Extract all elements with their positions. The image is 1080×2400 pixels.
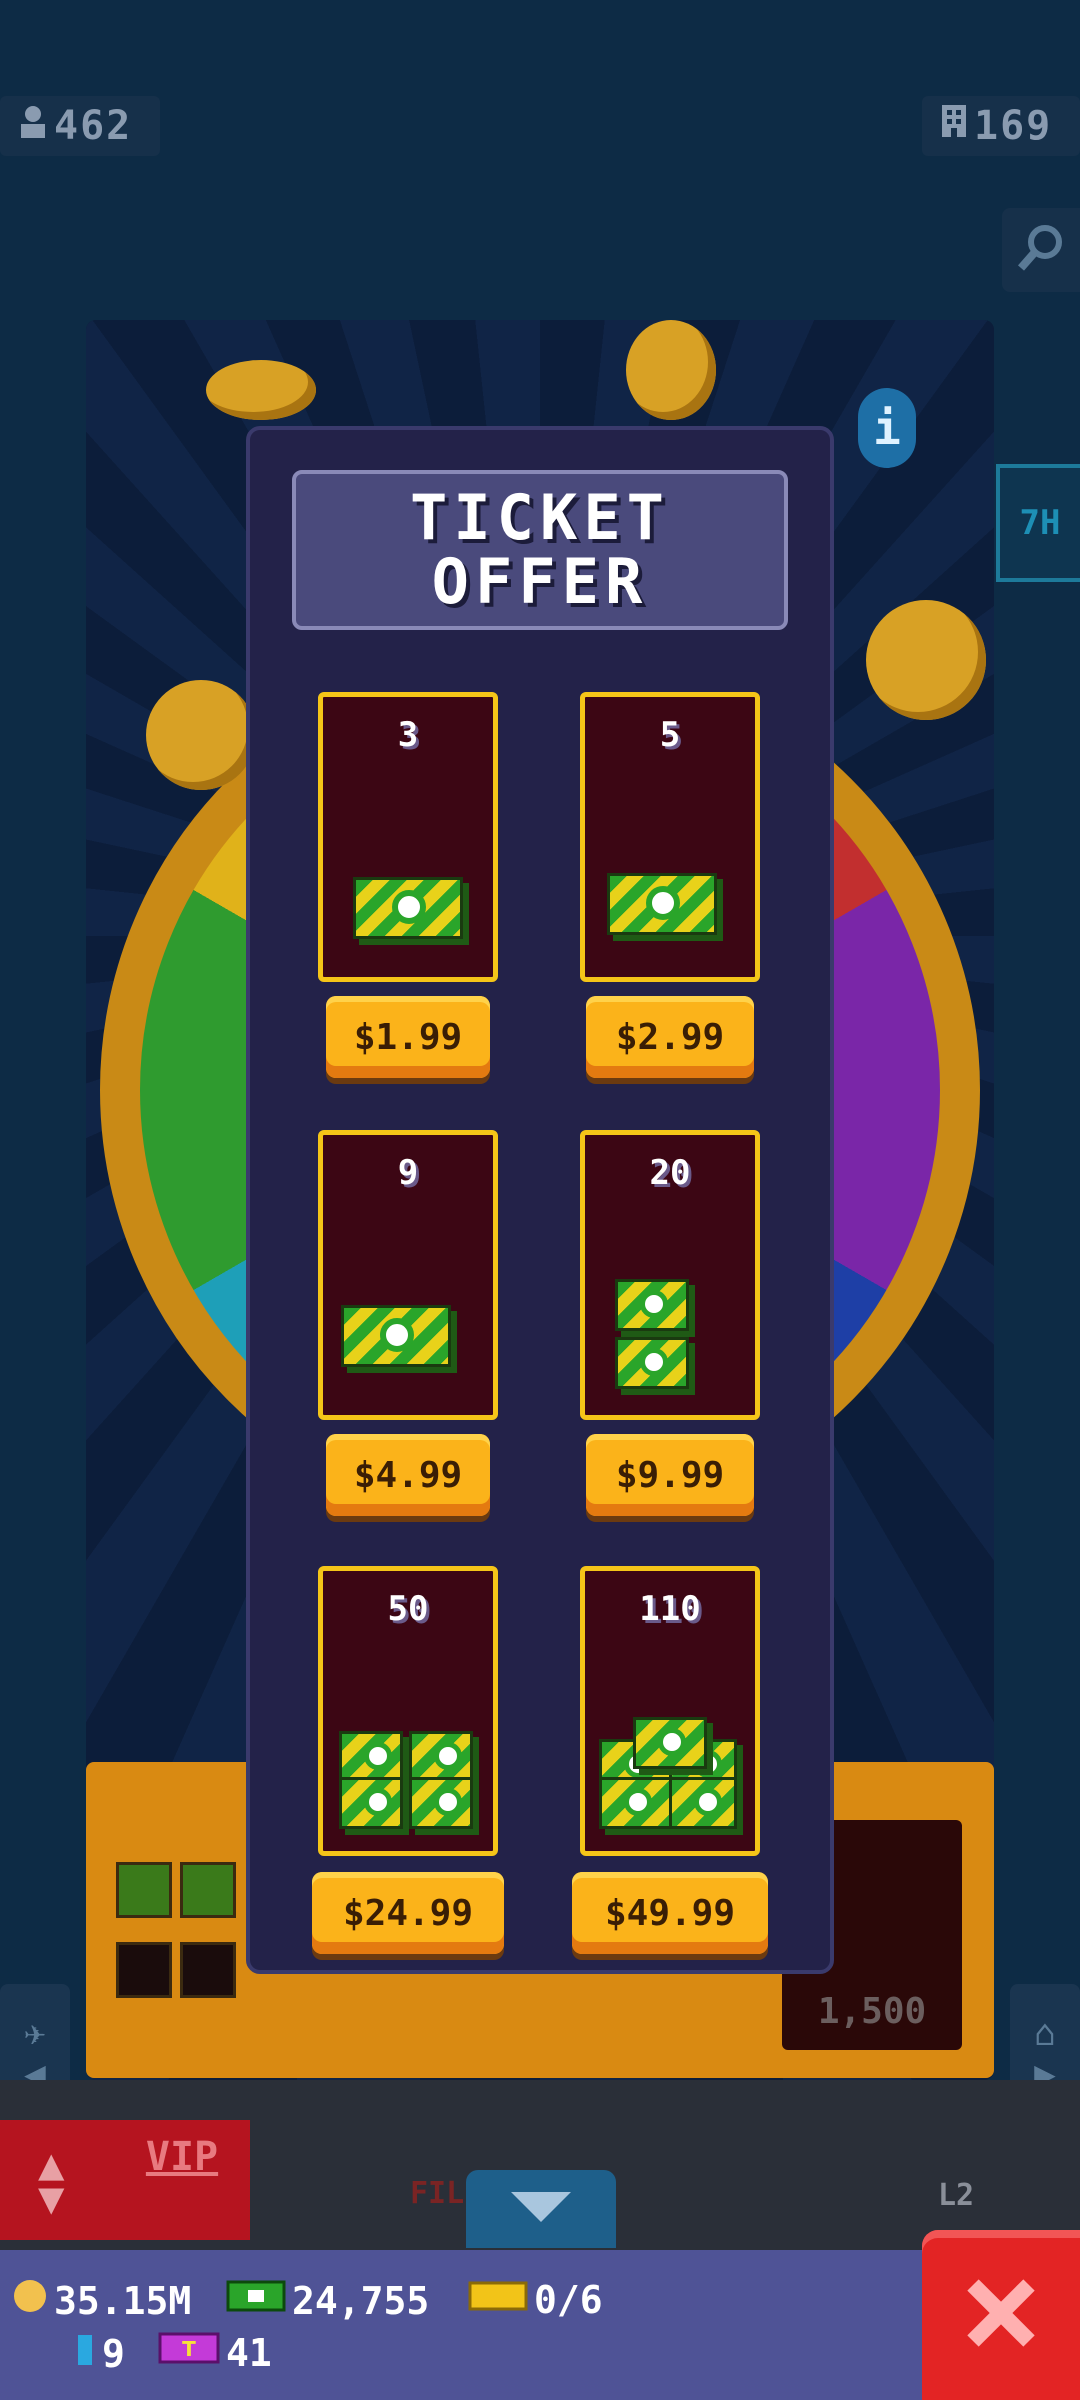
offer-card-3[interactable]: 3 — [318, 692, 498, 982]
coins-value: 35.15M — [54, 2278, 192, 2323]
coins-display: 35.15M — [12, 2278, 191, 2323]
magnifier-icon — [1015, 222, 1067, 278]
ticket-icon — [607, 873, 717, 935]
coin-icon — [866, 600, 986, 720]
vip-button[interactable]: VIP — [124, 2134, 240, 2180]
buy-button-9-99[interactable]: $9.99 — [586, 1434, 754, 1516]
building-icon — [940, 103, 968, 149]
elevator-updown-icon[interactable]: ▲ ▼ — [38, 2143, 65, 2221]
close-button[interactable] — [922, 2230, 1080, 2400]
elevator-icon: ✈ — [24, 2013, 46, 2054]
buy-button-24-99[interactable]: $24.99 — [312, 1872, 504, 1954]
modal-title: TICKET OFFER — [292, 470, 788, 630]
ticket-icon — [615, 1337, 689, 1389]
floor-value: 169 — [974, 103, 1053, 149]
vip-tickets-value: 0/6 — [534, 2278, 603, 2322]
ticket-count: 9 — [397, 1153, 419, 1193]
bux-display: 24,755 — [226, 2278, 429, 2323]
timer-tab[interactable]: 7H — [996, 464, 1080, 582]
slot-filled — [116, 1862, 172, 1918]
slot-empty — [116, 1942, 172, 1998]
ticket-icon — [633, 1717, 707, 1769]
coin-icon — [206, 360, 316, 420]
keys-display: 9 — [74, 2332, 125, 2376]
ticket-icon — [409, 1777, 473, 1829]
buy-button-49-99[interactable]: $49.99 — [572, 1872, 768, 1954]
bux-value: 24,755 — [292, 2278, 430, 2323]
ticket-icon — [339, 1777, 403, 1829]
tokens-display: T 41 — [158, 2330, 272, 2375]
population-value: 462 — [54, 103, 133, 149]
offer-card-9[interactable]: 9 — [318, 1130, 498, 1420]
ticket-icon — [669, 1777, 737, 1829]
floor-name: FIL — [410, 2176, 465, 2211]
buy-button-1-99[interactable]: $1.99 — [326, 996, 490, 1078]
offer-card-110[interactable]: 110 — [580, 1566, 760, 1856]
title-line-2: OFFER — [431, 545, 649, 618]
slot-empty — [180, 1942, 236, 1998]
floor-counter: 169 — [922, 96, 1080, 156]
ticket-icon — [615, 1279, 689, 1331]
ticket-icon — [599, 1777, 673, 1829]
vip-tickets-display: 0/6 — [468, 2278, 603, 2322]
token-icon: T — [158, 2330, 220, 2375]
population-counter: 462 — [0, 96, 160, 156]
reward-amount: 1,500 — [817, 1991, 927, 2032]
status-bar — [0, 2250, 1080, 2400]
keys-value: 9 — [102, 2332, 125, 2376]
svg-text:T: T — [182, 2337, 196, 2361]
floor-level: L2 — [938, 2178, 975, 2213]
ticket-icon — [353, 877, 463, 939]
ticket-count: 5 — [659, 715, 681, 755]
close-icon — [961, 2273, 1041, 2357]
bux-icon — [226, 2278, 286, 2323]
coin-icon — [626, 320, 716, 420]
ticket-icon — [339, 1731, 403, 1783]
ticket-icon — [341, 1305, 451, 1367]
info-icon: i — [873, 401, 901, 455]
offer-card-50[interactable]: 50 — [318, 1566, 498, 1856]
key-icon — [74, 2332, 96, 2376]
golden-ticket-icon — [468, 2278, 528, 2322]
zoom-button[interactable] — [1002, 208, 1080, 292]
collapse-tab[interactable] — [466, 2170, 616, 2248]
offer-card-20[interactable]: 20 — [580, 1130, 760, 1420]
tokens-value: 41 — [226, 2330, 272, 2375]
person-icon — [18, 103, 48, 149]
ticket-count: 50 — [387, 1589, 429, 1629]
ticket-icon — [409, 1731, 473, 1783]
offer-card-5[interactable]: 5 — [580, 692, 760, 982]
buy-button-4-99[interactable]: $4.99 — [326, 1434, 490, 1516]
coin-icon — [146, 680, 256, 790]
slot-filled — [180, 1862, 236, 1918]
info-button[interactable]: i — [858, 388, 916, 468]
coin-icon — [12, 2278, 48, 2323]
buy-button-2-99[interactable]: $2.99 — [586, 996, 754, 1078]
chevron-down-icon — [511, 2192, 571, 2226]
ticket-count: 110 — [639, 1589, 701, 1629]
ticket-count: 3 — [397, 715, 419, 755]
ticket-count: 20 — [649, 1153, 691, 1193]
home-icon: ⌂ — [1034, 2013, 1056, 2054]
title-line-1: TICKET — [410, 481, 670, 554]
